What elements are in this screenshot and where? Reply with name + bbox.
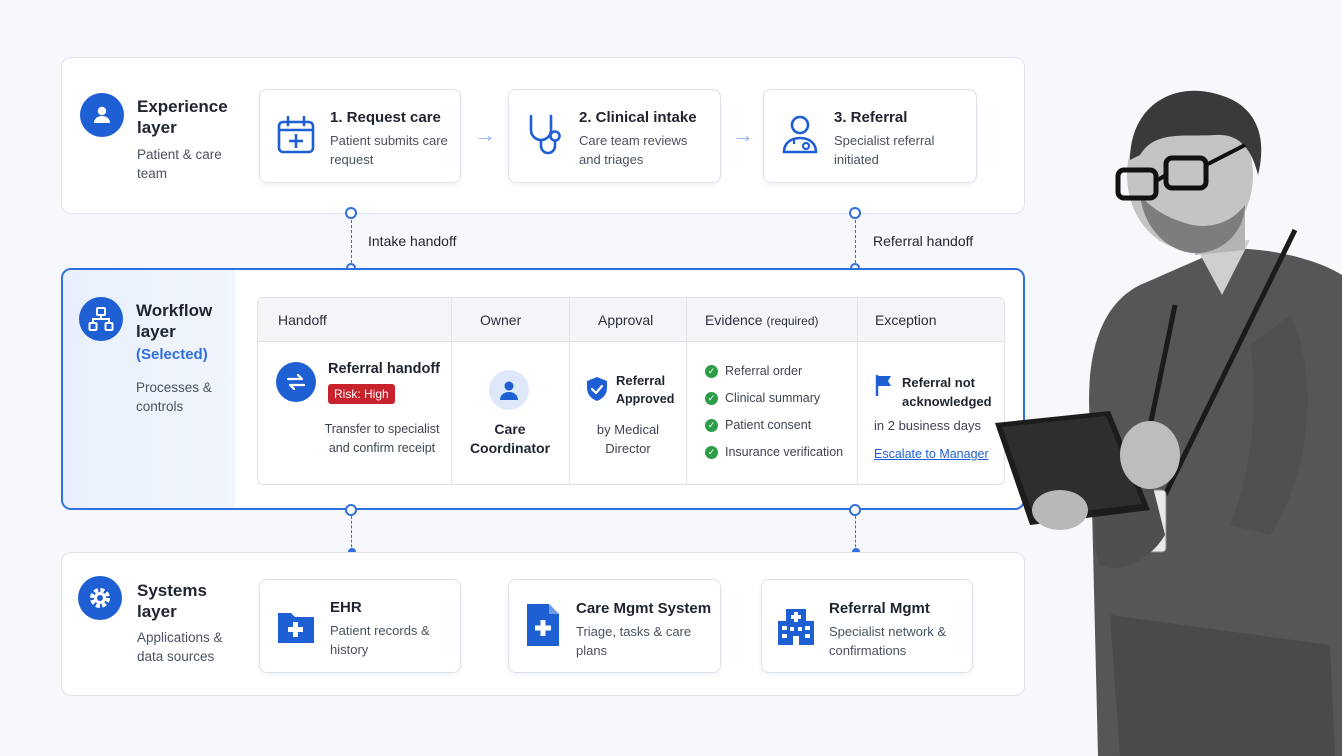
experience-layer-title: Experience layer [137,97,228,137]
system-title: Referral Mgmt [829,600,930,617]
risk-badge: Risk: High [328,384,395,404]
check-icon: ✓ [705,391,718,405]
check-icon: ✓ [705,364,718,378]
connector-node [849,504,861,516]
arrow-right-icon: → [474,122,496,147]
user-icon [80,93,124,137]
step-card-request-care[interactable]: 1. Request care Patient submits care req… [259,89,461,183]
handoff-desc: Transfer to specialist and confirm recei… [324,422,440,455]
workflow-layer-panel[interactable]: Workflow layer (Selected) Processes & co… [61,268,1025,510]
exception-title: Referral not acknowledged [902,375,992,409]
handoff-name: Referral handoff [328,361,440,377]
avatar [489,370,529,410]
intake-connector [351,220,352,268]
check-icon: ✓ [705,418,718,432]
referral-connector [855,220,856,268]
step-card-clinical-intake[interactable]: 2. Clinical intake Care team reviews and… [508,89,721,183]
approval-status: Approved [616,392,675,406]
systems-connector [855,516,856,552]
system-desc: Patient records & history [330,623,430,657]
approval-by: by Medical Director [596,422,660,456]
evidence-item: ✓ Referral order [705,364,802,378]
medical-folder-icon [278,613,314,643]
workflow-hierarchy-icon [79,297,123,341]
column-header-exception: Exception [875,312,937,328]
stethoscope-icon [529,114,561,155]
escalate-link[interactable]: Escalate to Manager [874,447,989,461]
selected-indicator: (Selected) [136,346,208,363]
evidence-item: ✓ Clinical summary [705,391,820,405]
shield-check-icon [587,377,607,401]
system-card-ehr[interactable]: EHR Patient records & history [259,579,461,673]
medical-document-icon [527,604,559,646]
system-desc: Specialist network & confirmations [829,624,947,658]
intake-handoff-label: Intake handoff [368,233,457,249]
connector-node [345,207,357,219]
connector-node [345,504,357,516]
doctor-icon [782,115,818,154]
system-card-care-mgmt[interactable]: Care Mgmt System Triage, tasks & care pl… [508,579,721,673]
calendar-plus-icon [277,115,315,154]
evidence-item: ✓ Insurance verification [705,445,843,459]
owner-name: Care Coordinator [469,421,551,456]
step-desc: Patient submits care request [330,133,448,167]
system-desc: Triage, tasks & care plans [576,624,692,658]
system-title: EHR [330,599,362,616]
column-header-evidence: Evidence (required) [705,312,819,328]
evidence-item: ✓ Patient consent [705,418,811,432]
experience-layer-panel: Experience layer Patient & care team 1. … [61,57,1025,214]
flag-icon [875,375,891,396]
referral-handoff-label: Referral handoff [873,233,974,249]
step-desc: Care team reviews and triages [579,133,688,167]
column-header-owner: Owner [480,312,522,328]
system-title: Care Mgmt System [576,600,712,617]
column-header-approval: Approval [598,312,654,328]
check-icon: ✓ [705,445,718,459]
swap-arrows-icon [276,362,316,402]
gear-icon [78,576,122,620]
clinician-with-tablet-photo [995,90,1342,756]
step-title: 3. Referral [834,109,908,126]
workflow-layer-subtitle: Processes & controls [136,380,212,414]
step-desc: Specialist referral initiated [834,133,935,167]
handoff-table: Handoff Owner Approval Evidence (require… [257,297,1005,485]
connector-node [849,207,861,219]
systems-connector [351,516,352,552]
approval-title: Referral [616,373,666,388]
systems-layer-title: Systems layer [137,581,207,621]
systems-layer-subtitle: Applications & data sources [137,630,223,664]
exception-desc: in 2 business days [874,418,981,433]
arrow-right-icon: → [732,122,754,147]
system-card-referral-mgmt[interactable]: Referral Mgmt Specialist network & confi… [761,579,973,673]
workflow-layer-title: Workflow layer [136,301,213,341]
column-header-handoff: Handoff [278,312,327,328]
systems-layer-panel: Systems layer Applications & data source… [61,552,1025,696]
step-title: 2. Clinical intake [579,109,697,126]
step-card-referral[interactable]: 3. Referral Specialist referral initiate… [763,89,977,183]
step-title: 1. Request care [330,109,441,126]
experience-layer-subtitle: Patient & care team [137,147,222,181]
hospital-icon [778,609,814,645]
